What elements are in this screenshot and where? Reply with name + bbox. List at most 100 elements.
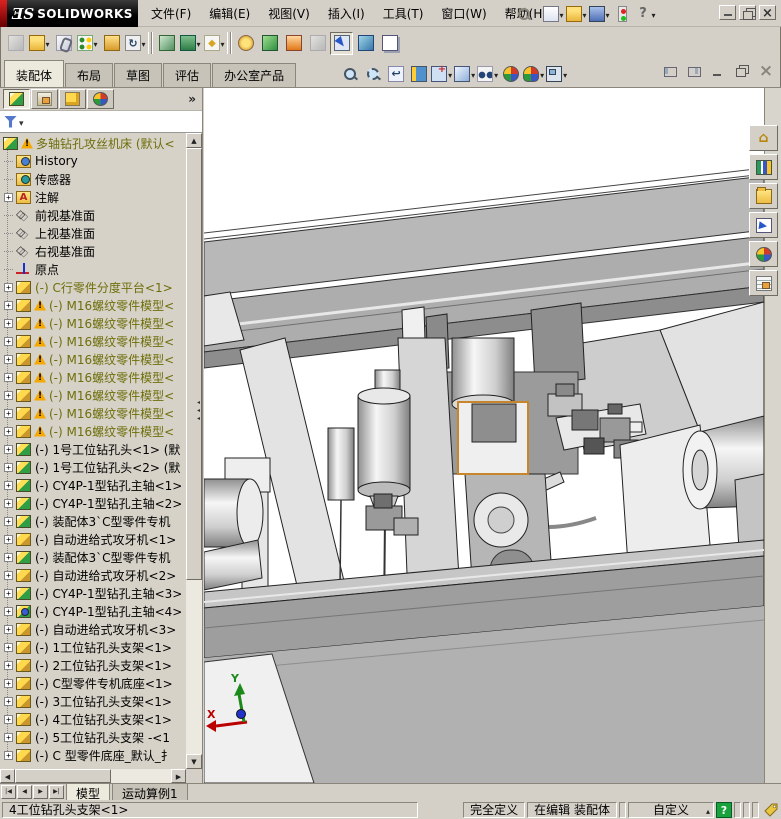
dropdown-arrow-icon[interactable]: [559, 7, 564, 21]
move-component-icon[interactable]: [124, 32, 147, 55]
tree-item[interactable]: (-) M16螺纹零件模型<: [0, 404, 186, 422]
display-style-icon[interactable]: [454, 63, 476, 84]
tree-item[interactable]: 传感器: [0, 170, 186, 188]
expand-toggle-icon[interactable]: [4, 517, 13, 526]
tag-icon[interactable]: [763, 802, 779, 818]
graphics-viewport[interactable]: X Y: [204, 88, 764, 783]
tree-vertical-scrollbar[interactable]: ▲ ▼: [186, 133, 202, 769]
mate-icon[interactable]: [52, 32, 75, 55]
quick-tips-button[interactable]: ?: [716, 802, 732, 818]
tree-item[interactable]: (-) 装配体3`C型零件专机: [0, 512, 186, 530]
tree-item[interactable]: (-) M16螺纹零件模型<: [0, 314, 186, 332]
feature-tree[interactable]: 多轴钻孔攻丝机床 (默认< History 传感器: [0, 133, 186, 769]
panel-tab[interactable]: [59, 89, 86, 109]
exploded-view-icon[interactable]: [258, 32, 281, 55]
dropdown-arrow-icon[interactable]: [470, 67, 476, 81]
expand-toggle-icon[interactable]: [4, 391, 13, 400]
filter-icon[interactable]: [4, 116, 17, 128]
custom-properties-icon[interactable]: [749, 270, 778, 296]
panel-tab[interactable]: [3, 89, 30, 109]
tree-item[interactable]: 右视基准面: [0, 242, 186, 260]
scroll-right-icon[interactable]: ▶: [171, 769, 186, 783]
expand-toggle-icon[interactable]: [4, 283, 13, 292]
dropdown-arrow-icon[interactable]: [651, 7, 656, 21]
expand-toggle-icon[interactable]: [4, 733, 13, 742]
simulation-icon[interactable]: [306, 32, 329, 55]
section-view-icon[interactable]: [408, 63, 430, 84]
file-explorer-icon[interactable]: [749, 183, 778, 209]
close-icon[interactable]: [759, 5, 776, 20]
restore-icon[interactable]: [739, 5, 756, 20]
tree-item[interactable]: (-) M16螺纹零件模型<: [0, 368, 186, 386]
insert-component-icon[interactable]: [4, 32, 27, 55]
tree-item[interactable]: (-) C行零件分度平台<1>: [0, 278, 186, 296]
expand-toggle-icon[interactable]: [4, 715, 13, 724]
panel-expand-button[interactable]: »: [188, 92, 196, 106]
tree-item[interactable]: (-) 1号工位钻孔头<2> (默: [0, 458, 186, 476]
expand-toggle-icon[interactable]: [4, 697, 13, 706]
dropdown-arrow-icon[interactable]: [93, 36, 98, 50]
dropdown-arrow-icon[interactable]: [220, 36, 225, 50]
tree-item[interactable]: (-) 1号工位钻孔头<1> (默: [0, 440, 186, 458]
dropdown-arrow-icon[interactable]: [493, 67, 499, 81]
command-tab[interactable]: 草图: [114, 63, 162, 87]
expand-toggle-icon[interactable]: [4, 679, 13, 688]
tree-item[interactable]: (-) M16螺纹零件模型<: [0, 386, 186, 404]
new-document-icon[interactable]: [542, 3, 565, 26]
hide-show-items-icon[interactable]: [477, 63, 499, 84]
menu-item[interactable]: 文件(F): [142, 1, 200, 26]
menu-item[interactable]: 视图(V): [259, 1, 319, 26]
view-settings-icon[interactable]: [546, 63, 568, 84]
interference-detection-icon[interactable]: [234, 32, 257, 55]
apply-scene-icon[interactable]: [523, 63, 545, 84]
tree-item[interactable]: (-) C型零件专机底座<1>: [0, 674, 186, 692]
left-station[interactable]: [204, 458, 270, 595]
scroll-left-icon[interactable]: ◀: [0, 769, 15, 783]
tree-item[interactable]: 注解: [0, 188, 186, 206]
help-icon[interactable]: [634, 3, 657, 26]
tree-item[interactable]: (-) CY4P-1型钻孔主轴<2>: [0, 494, 186, 512]
smart-fasteners-icon[interactable]: [100, 32, 123, 55]
dropdown-arrow-icon[interactable]: [582, 7, 587, 21]
expand-toggle-icon[interactable]: [4, 193, 13, 202]
expand-toggle-icon[interactable]: [4, 355, 13, 364]
rebuild-traffic-light-icon[interactable]: [611, 3, 634, 26]
tree-item[interactable]: (-) 5工位钻孔头支架 -<1: [0, 728, 186, 746]
tree-item[interactable]: 多轴钻孔攻丝机床 (默认<: [0, 134, 186, 152]
expand-toggle-icon[interactable]: [4, 409, 13, 418]
expand-toggle-icon[interactable]: [4, 553, 13, 562]
command-tab[interactable]: 评估: [163, 63, 211, 87]
tab-scroll-prev-icon[interactable]: ◀: [17, 785, 32, 799]
tree-horizontal-scrollbar[interactable]: ◀ ▶: [0, 769, 186, 783]
expand-toggle-icon[interactable]: [4, 535, 13, 544]
expand-toggle-icon[interactable]: [4, 337, 13, 346]
expand-toggle-icon[interactable]: [4, 301, 13, 310]
expand-toggle-icon[interactable]: [4, 661, 13, 670]
tree-item[interactable]: (-) C 型零件底座_默认_扌: [0, 746, 186, 764]
expand-toggle-icon[interactable]: [4, 373, 13, 382]
tree-item[interactable]: History: [0, 152, 186, 170]
scroll-down-icon[interactable]: ▼: [186, 754, 202, 769]
appearances-icon[interactable]: [749, 241, 778, 267]
reference-geometry-icon[interactable]: [203, 32, 226, 55]
edit-appearance-icon[interactable]: [500, 63, 522, 84]
tab-scroll-next-icon[interactable]: ▶: [33, 785, 48, 799]
tree-item[interactable]: (-) CY4P-1型钻孔主轴<3>: [0, 584, 186, 602]
design-library-icon[interactable]: [749, 154, 778, 180]
expand-toggle-icon[interactable]: [4, 751, 13, 760]
tab-scroll-first-icon[interactable]: |◀: [1, 785, 16, 799]
show-hidden-components-icon[interactable]: [155, 32, 178, 55]
select-move-icon[interactable]: [330, 32, 353, 55]
tree-item[interactable]: (-) 自动进给式攻牙机<1>: [0, 530, 186, 548]
expand-toggle-icon[interactable]: [4, 445, 13, 454]
doc-close-icon[interactable]: [757, 63, 775, 79]
tree-item[interactable]: (-) 4工位钻孔头支架<1>: [0, 710, 186, 728]
pane-right-icon[interactable]: [685, 63, 703, 79]
tree-item[interactable]: (-) M16螺纹零件模型<: [0, 332, 186, 350]
dropdown-arrow-icon[interactable]: [605, 7, 610, 21]
expand-toggle-icon[interactable]: [4, 319, 13, 328]
expand-toggle-icon[interactable]: [4, 589, 13, 598]
solidworks-resources-icon[interactable]: [749, 125, 778, 151]
expand-toggle-icon[interactable]: [4, 607, 13, 616]
assembly-features-icon[interactable]: [179, 32, 202, 55]
